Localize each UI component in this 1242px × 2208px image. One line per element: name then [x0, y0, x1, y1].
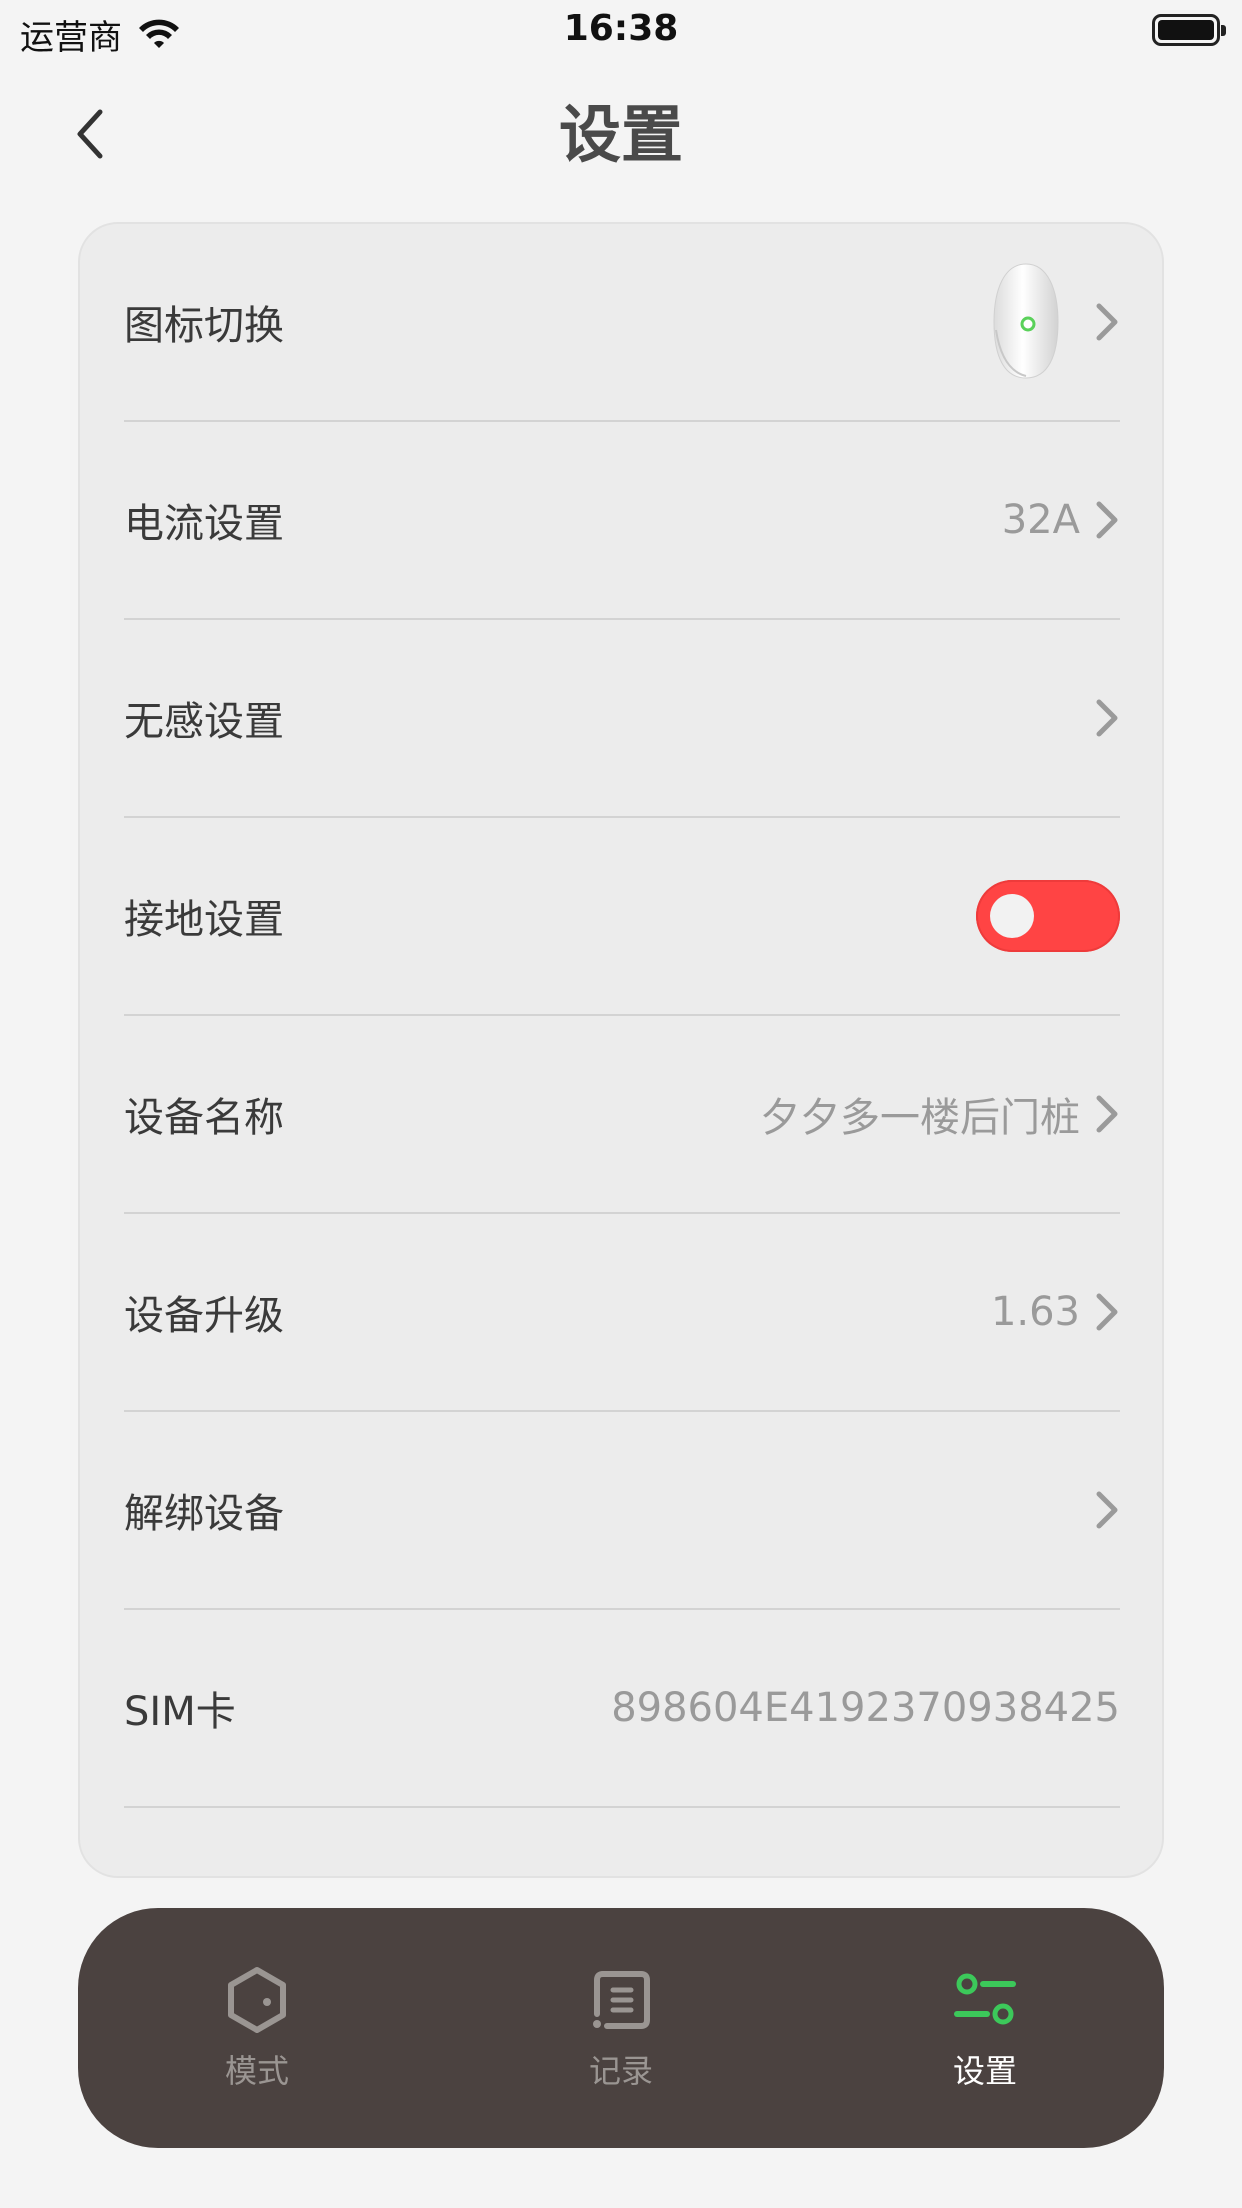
unbind-device-label: 解绑设备 [124, 1491, 284, 1537]
settings-card: 图标切换 电流设置 32A 无感设置 接地设置 设备名称 夕夕多一楼后门桩 设备… [78, 222, 1164, 1878]
record-list-icon [593, 1971, 650, 2029]
tab-records[interactable]: 记录 [496, 1908, 746, 2148]
grounding-toggle[interactable] [976, 880, 1120, 952]
tab-settings-label: 设置 [952, 2052, 1017, 2090]
sim-card-row: SIM卡 898604E4192370938425 [124, 1610, 1120, 1808]
chevron-right-icon [1096, 1095, 1118, 1133]
device-upgrade-row[interactable]: 设备升级 1.63 [124, 1214, 1120, 1412]
battery-icon [1152, 14, 1226, 46]
bottom-tab-bar: 模式 记录 设置 [78, 1908, 1164, 2148]
current-setting-label: 电流设置 [124, 501, 284, 547]
status-time: 16:38 [563, 8, 679, 49]
chevron-right-icon [1096, 501, 1118, 539]
navigation-bar: 设置 [0, 62, 1242, 192]
device-name-label: 设备名称 [124, 1095, 284, 1141]
tab-settings[interactable]: 设置 [860, 1908, 1110, 2148]
charger-device-icon [993, 263, 1059, 379]
tab-mode[interactable]: 模式 [132, 1908, 382, 2148]
chevron-right-icon [1096, 1293, 1118, 1331]
current-setting-value: 32A [1001, 497, 1080, 543]
device-name-value: 夕夕多一楼后门桩 [760, 1095, 1080, 1141]
seamless-setting-row[interactable]: 无感设置 [124, 620, 1120, 818]
chevron-right-icon [1096, 1491, 1118, 1529]
current-setting-row[interactable]: 电流设置 32A [124, 422, 1120, 620]
tab-mode-label: 模式 [224, 2052, 289, 2090]
status-bar: 运营商 16:38 [0, 0, 1242, 62]
seamless-setting-label: 无感设置 [124, 699, 284, 745]
grounding-setting-label: 接地设置 [124, 897, 284, 943]
firmware-version-value: 1.63 [990, 1289, 1080, 1335]
device-upgrade-label: 设备升级 [124, 1293, 284, 1339]
sim-card-label: SIM卡 [124, 1689, 236, 1735]
tab-records-label: 记录 [588, 2052, 653, 2090]
hexagon-mode-icon [228, 1967, 286, 2033]
grounding-setting-row: 接地设置 [124, 818, 1120, 1016]
icon-switch-label: 图标切换 [124, 303, 284, 349]
page-title: 设置 [558, 98, 683, 171]
icon-switch-row[interactable]: 图标切换 [124, 224, 1120, 422]
device-name-row[interactable]: 设备名称 夕夕多一楼后门桩 [124, 1016, 1120, 1214]
sim-card-number: 898604E4192370938425 [611, 1685, 1120, 1731]
settings-sliders-icon [954, 1973, 1016, 2025]
chevron-right-icon [1096, 699, 1118, 737]
toggle-knob [990, 894, 1034, 938]
unbind-device-row[interactable]: 解绑设备 [124, 1412, 1120, 1610]
chevron-right-icon [1096, 303, 1118, 341]
